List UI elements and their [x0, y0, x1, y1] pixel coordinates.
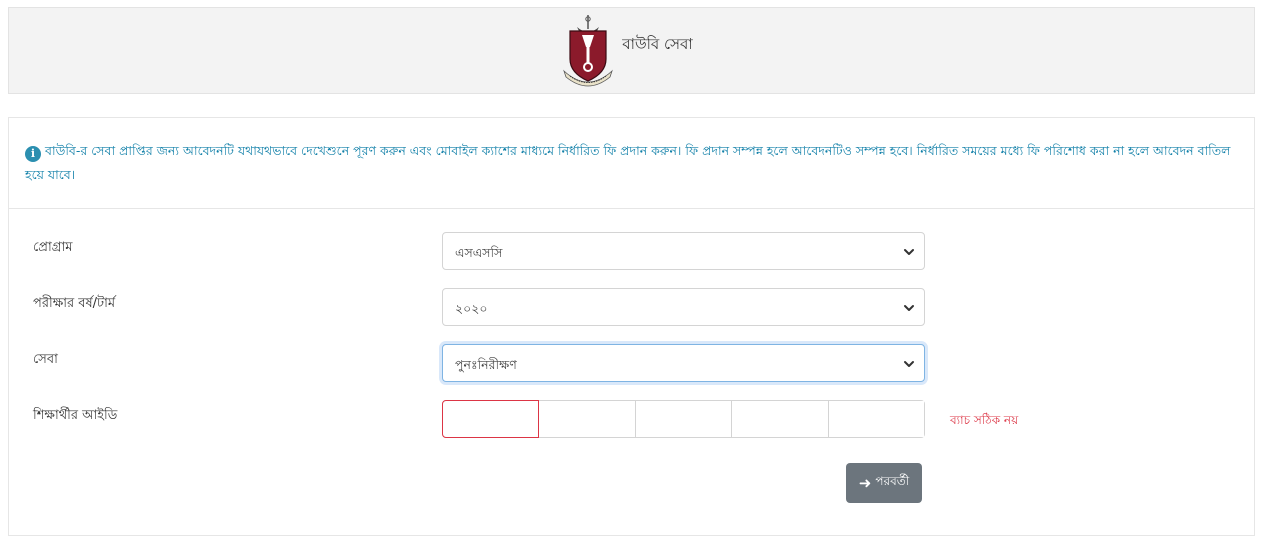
student-id-label: শিক্ষার্থীর আইডি [33, 408, 118, 423]
brand[interactable]: বাউবি সেবা [560, 13, 693, 89]
header-bar: বাউবি সেবা [8, 7, 1255, 94]
service-row: সেবা পুনঃনিরীক্ষণ [9, 344, 1254, 384]
info-icon: i [25, 146, 41, 162]
university-crest-logo [563, 14, 614, 86]
notice-text: বাউবি-র সেবা প্রাপ্তির জন্য আবেদনটি যথায… [25, 143, 1231, 182]
exam-year-select[interactable]: ২০২০ [442, 288, 925, 326]
chevron-down-icon [904, 361, 914, 367]
student-id-part-1-input[interactable] [442, 400, 540, 438]
student-id-input-group [442, 400, 925, 438]
application-card: i বাউবি-র সেবা প্রাপ্তির জন্য আবেদনটি যথা… [8, 117, 1255, 536]
app-title: বাউবি সেবা [622, 35, 693, 53]
program-row: প্রোগ্রাম এসএসসি [9, 232, 1254, 272]
student-id-part-5-input[interactable] [828, 401, 925, 437]
arrow-right-icon: ➜ [858, 474, 872, 492]
info-notice: i বাউবি-র সেবা প্রাপ্তির জন্য আবেদনটি যথা… [9, 118, 1254, 209]
student-id-part-3-input[interactable] [635, 401, 733, 437]
exam-year-label: পরীক্ষার বর্ষ/টার্ম [33, 296, 116, 311]
student-id-part-2-input[interactable] [539, 401, 636, 437]
exam-year-row: পরীক্ষার বর্ষ/টার্ম ২০২০ [9, 288, 1254, 328]
chevron-down-icon [904, 249, 914, 255]
service-select[interactable]: পুনঃনিরীক্ষণ [442, 344, 925, 382]
student-id-error-message: ব্যাচ সঠিক নয় [950, 413, 1019, 427]
next-button[interactable]: ➜ পরবর্তী [846, 463, 922, 503]
program-selected-value: এসএসসি [455, 245, 503, 260]
next-button-label: পরবর্তী [875, 474, 910, 488]
student-id-part-4-input[interactable] [732, 401, 829, 437]
program-select[interactable]: এসএসসি [442, 232, 925, 270]
exam-year-selected-value: ২০২০ [455, 301, 488, 316]
service-selected-value: পুনঃনিরীক্ষণ [455, 357, 517, 372]
student-id-row: শিক্ষার্থীর আইডি ব্যাচ সঠিক নয় [9, 400, 1254, 440]
service-label: সেবা [33, 352, 58, 367]
chevron-down-icon [904, 305, 914, 311]
program-label: প্রোগ্রাম [33, 240, 73, 255]
